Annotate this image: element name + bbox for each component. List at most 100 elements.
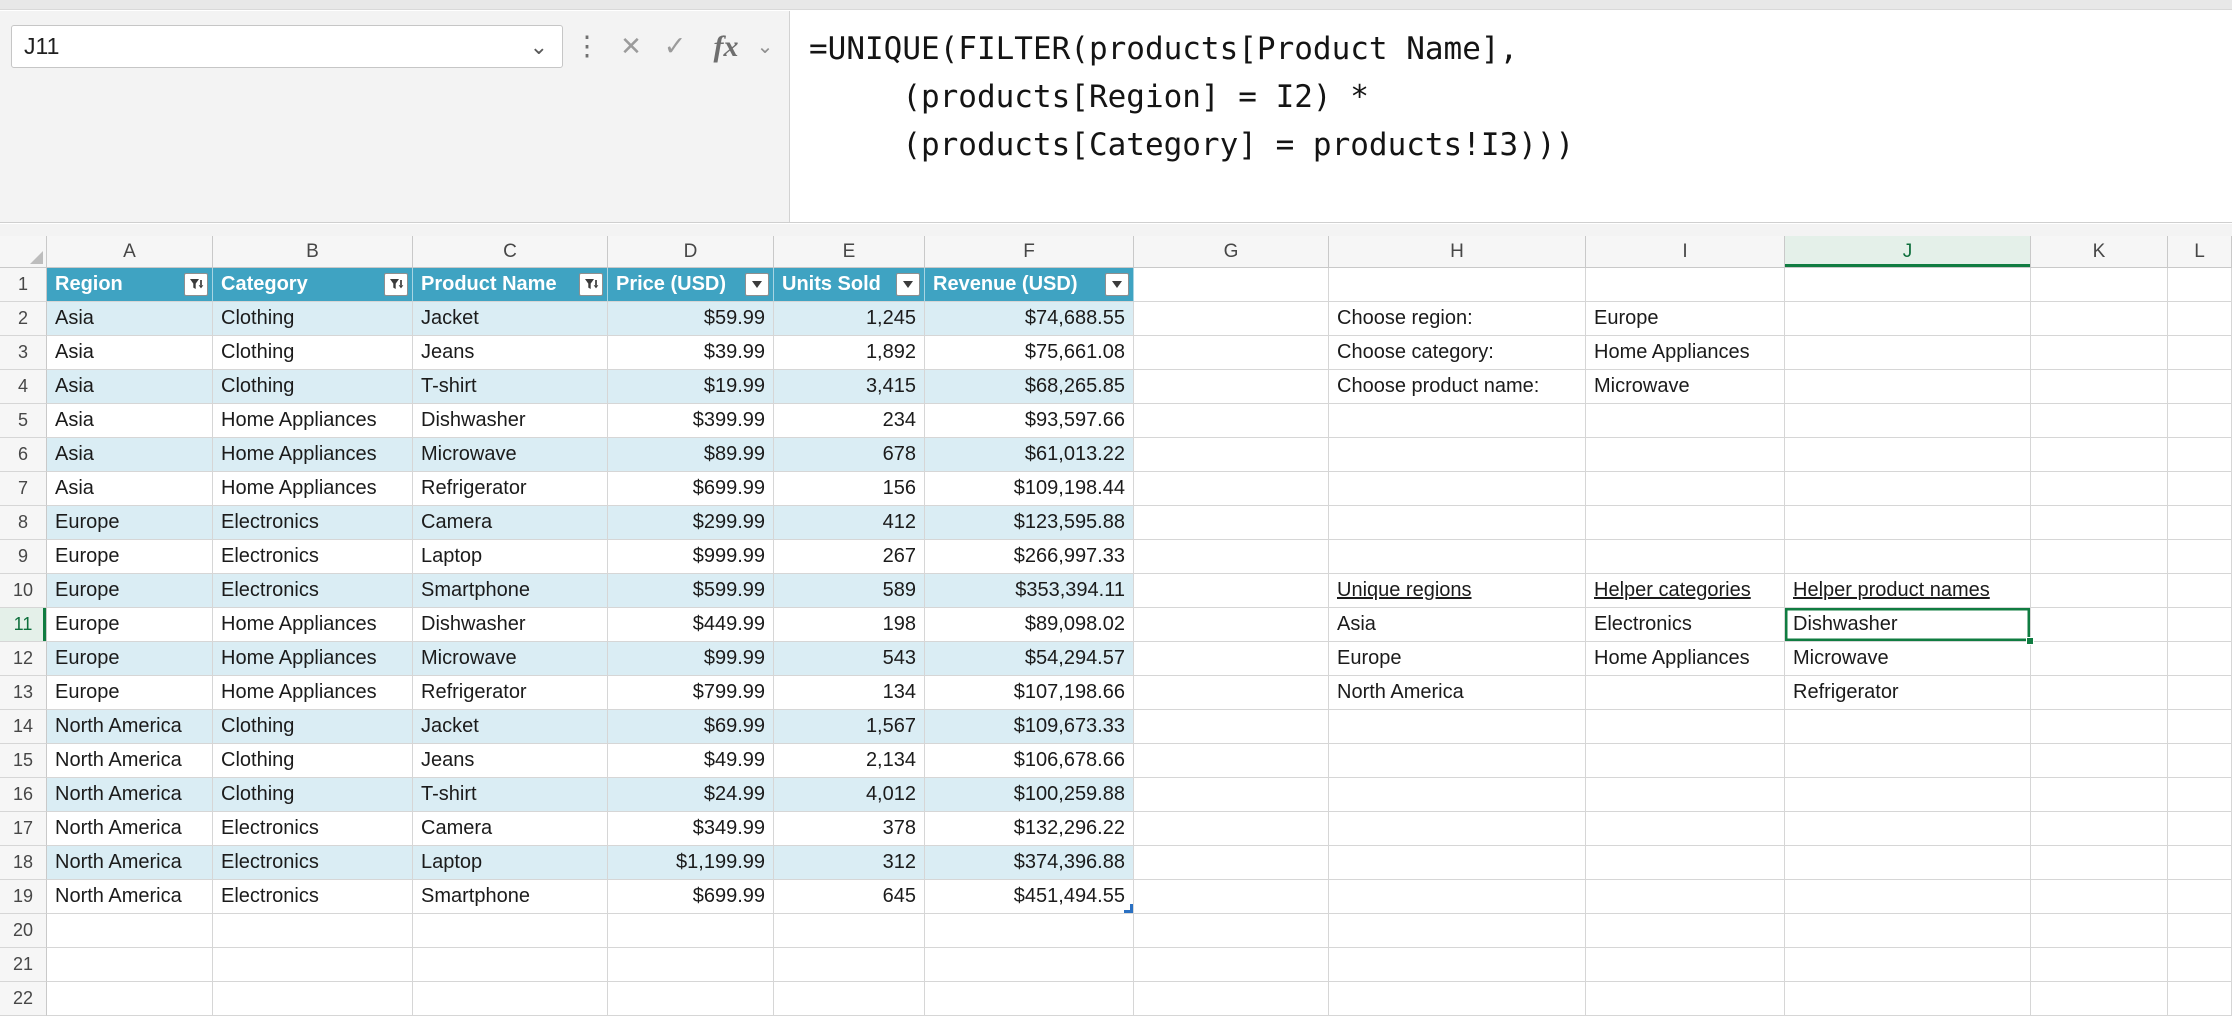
cell-j7[interactable]	[1785, 472, 2031, 506]
enter-icon[interactable]: ✓	[654, 25, 696, 68]
cell-k19[interactable]	[2031, 880, 2168, 914]
cell-j18[interactable]	[1785, 846, 2031, 880]
filter-button-price-usd[interactable]	[745, 273, 769, 296]
cell-f21[interactable]	[925, 948, 1134, 982]
row-header-7[interactable]: 7	[0, 472, 47, 506]
filter-button-category[interactable]	[384, 273, 408, 296]
cell-k2[interactable]	[2031, 302, 2168, 336]
cell-c18[interactable]: Laptop	[413, 846, 608, 880]
cell-f7[interactable]: $109,198.44	[925, 472, 1134, 506]
cell-b15[interactable]: Clothing	[213, 744, 413, 778]
cell-g6[interactable]	[1134, 438, 1329, 472]
cell-k6[interactable]	[2031, 438, 2168, 472]
cell-j1[interactable]	[1785, 268, 2031, 302]
cell-g8[interactable]	[1134, 506, 1329, 540]
cell-h11[interactable]: Asia	[1329, 608, 1586, 642]
cell-l19[interactable]	[2168, 880, 2232, 914]
cell-l8[interactable]	[2168, 506, 2232, 540]
cell-f2[interactable]: $74,688.55	[925, 302, 1134, 336]
row-header-1[interactable]: 1	[0, 268, 47, 302]
cell-c5[interactable]: Dishwasher	[413, 404, 608, 438]
cell-k22[interactable]	[2031, 982, 2168, 1016]
cell-j13[interactable]: Refrigerator	[1785, 676, 2031, 710]
cell-f17[interactable]: $132,296.22	[925, 812, 1134, 846]
cell-c21[interactable]	[413, 948, 608, 982]
cell-e16[interactable]: 4,012	[774, 778, 925, 812]
cell-c20[interactable]	[413, 914, 608, 948]
filter-button-region[interactable]	[184, 273, 208, 296]
cell-f22[interactable]	[925, 982, 1134, 1016]
cell-f6[interactable]: $61,013.22	[925, 438, 1134, 472]
cell-k11[interactable]	[2031, 608, 2168, 642]
cell-h15[interactable]	[1329, 744, 1586, 778]
cell-i1[interactable]	[1586, 268, 1785, 302]
cell-g14[interactable]	[1134, 710, 1329, 744]
cell-j3[interactable]	[1785, 336, 2031, 370]
cell-g16[interactable]	[1134, 778, 1329, 812]
cell-k14[interactable]	[2031, 710, 2168, 744]
cell-l11[interactable]	[2168, 608, 2232, 642]
cell-d9[interactable]: $999.99	[608, 540, 774, 574]
cell-b18[interactable]: Electronics	[213, 846, 413, 880]
cell-c7[interactable]: Refrigerator	[413, 472, 608, 506]
cell-f8[interactable]: $123,595.88	[925, 506, 1134, 540]
cell-d22[interactable]	[608, 982, 774, 1016]
cell-c4[interactable]: T-shirt	[413, 370, 608, 404]
column-header-i[interactable]: I	[1586, 236, 1785, 268]
cell-a4[interactable]: Asia	[47, 370, 213, 404]
cell-j11[interactable]: Dishwasher	[1785, 608, 2031, 642]
cell-f5[interactable]: $93,597.66	[925, 404, 1134, 438]
cell-d15[interactable]: $49.99	[608, 744, 774, 778]
cell-j4[interactable]	[1785, 370, 2031, 404]
row-header-8[interactable]: 8	[0, 506, 47, 540]
cell-h1[interactable]	[1329, 268, 1586, 302]
cell-k21[interactable]	[2031, 948, 2168, 982]
cell-d12[interactable]: $99.99	[608, 642, 774, 676]
cell-c19[interactable]: Smartphone	[413, 880, 608, 914]
cell-f15[interactable]: $106,678.66	[925, 744, 1134, 778]
cell-c17[interactable]: Camera	[413, 812, 608, 846]
cell-k3[interactable]	[2031, 336, 2168, 370]
cell-f1[interactable]: Revenue (USD)	[925, 268, 1134, 302]
insert-function-icon[interactable]: fx	[702, 25, 750, 68]
cell-l16[interactable]	[2168, 778, 2232, 812]
cell-e18[interactable]: 312	[774, 846, 925, 880]
cell-k12[interactable]	[2031, 642, 2168, 676]
cell-c3[interactable]: Jeans	[413, 336, 608, 370]
cell-i11[interactable]: Electronics	[1586, 608, 1785, 642]
cell-f3[interactable]: $75,661.08	[925, 336, 1134, 370]
cell-d18[interactable]: $1,199.99	[608, 846, 774, 880]
cell-g17[interactable]	[1134, 812, 1329, 846]
cell-a22[interactable]	[47, 982, 213, 1016]
cell-d19[interactable]: $699.99	[608, 880, 774, 914]
cell-b4[interactable]: Clothing	[213, 370, 413, 404]
cell-f18[interactable]: $374,396.88	[925, 846, 1134, 880]
cell-d11[interactable]: $449.99	[608, 608, 774, 642]
cell-l20[interactable]	[2168, 914, 2232, 948]
cell-e13[interactable]: 134	[774, 676, 925, 710]
cell-c11[interactable]: Dishwasher	[413, 608, 608, 642]
cell-i6[interactable]	[1586, 438, 1785, 472]
cell-i5[interactable]	[1586, 404, 1785, 438]
cell-a12[interactable]: Europe	[47, 642, 213, 676]
cell-k15[interactable]	[2031, 744, 2168, 778]
cell-j17[interactable]	[1785, 812, 2031, 846]
cell-b21[interactable]	[213, 948, 413, 982]
cell-l21[interactable]	[2168, 948, 2232, 982]
cell-a3[interactable]: Asia	[47, 336, 213, 370]
table-resize-handle[interactable]	[1124, 904, 1133, 913]
cell-e19[interactable]: 645	[774, 880, 925, 914]
cell-l10[interactable]	[2168, 574, 2232, 608]
cell-b13[interactable]: Home Appliances	[213, 676, 413, 710]
cell-a20[interactable]	[47, 914, 213, 948]
cell-b20[interactable]	[213, 914, 413, 948]
cell-a13[interactable]: Europe	[47, 676, 213, 710]
row-header-21[interactable]: 21	[0, 948, 47, 982]
row-header-5[interactable]: 5	[0, 404, 47, 438]
cell-j8[interactable]	[1785, 506, 2031, 540]
cell-b17[interactable]: Electronics	[213, 812, 413, 846]
row-header-17[interactable]: 17	[0, 812, 47, 846]
cell-g21[interactable]	[1134, 948, 1329, 982]
cell-b6[interactable]: Home Appliances	[213, 438, 413, 472]
cell-d3[interactable]: $39.99	[608, 336, 774, 370]
